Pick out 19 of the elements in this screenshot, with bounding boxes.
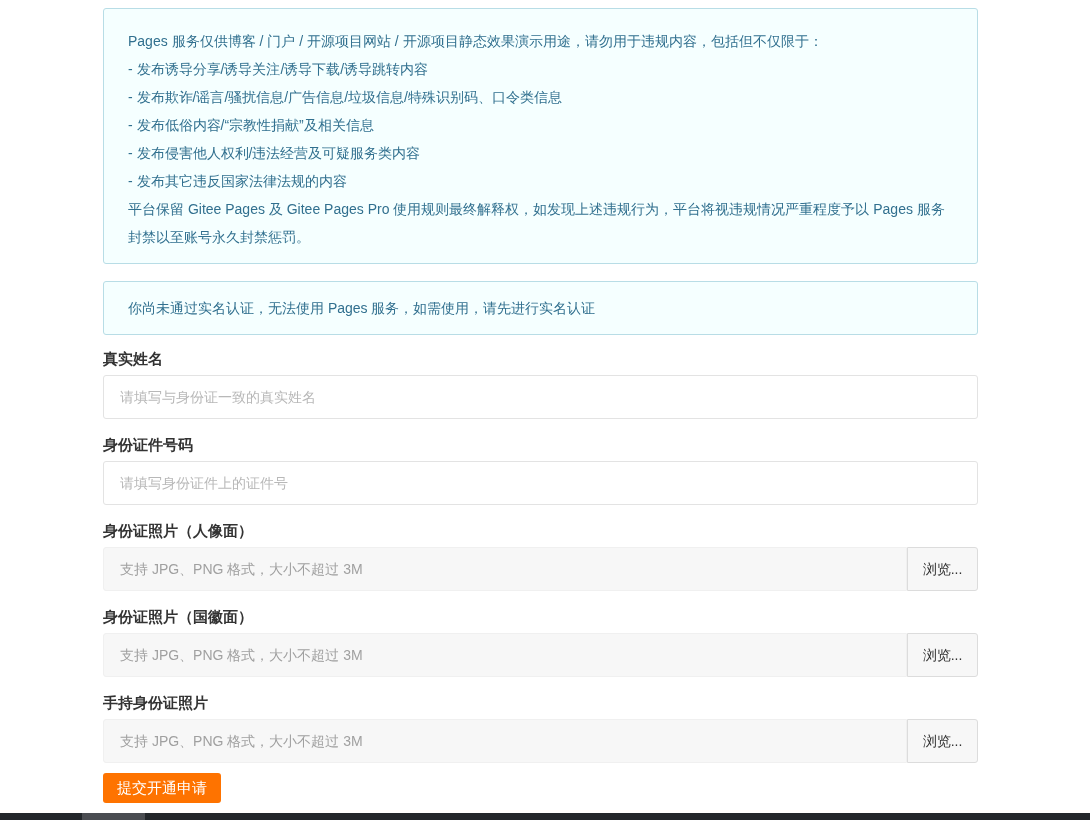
- browse-button[interactable]: 浏览...: [907, 719, 978, 763]
- taskbar-item[interactable]: [82, 813, 145, 820]
- notice-text: Pages 服务仅供博客 / 门户 / 开源项目网站 / 开源项目静态效果演示用途，请勿用于违规内容，包括但不仅限于：: [128, 32, 824, 51]
- field-label: 真实姓名: [103, 349, 164, 369]
- text-field[interactable]: 请填写与身份证一致的真实姓名: [103, 375, 978, 419]
- field-label: 身份证照片（国徽面）: [103, 607, 254, 627]
- notice-text: - 发布侵害他人权利/违法经营及可疑服务类内容: [128, 144, 422, 163]
- notice-text: 平台保留 Gitee Pages 及 Gitee Pages Pro 使用规则最终解释权，如发现上述违规行为，平台将视违规情况严重程度予以 Pages 服务封禁以至账号永久封禁惩罚。: [128, 200, 946, 247]
- field-label: 身份证件号码: [103, 435, 194, 455]
- notice-text: - 发布欺诈/谣言/骚扰信息/广告信息/垃圾信息/特殊识别码、口令类信息: [128, 88, 563, 107]
- alert-text: 你尚未通过实名认证，无法使用 Pages 服务，如需使用，请先进行实名认证: [128, 299, 597, 318]
- browse-button[interactable]: 浏览...: [907, 547, 978, 591]
- browse-button[interactable]: 浏览...: [907, 633, 978, 677]
- field-label: 身份证照片（人像面）: [103, 521, 254, 541]
- notice-text: - 发布低俗内容/“宗教性捐献”及相关信息: [128, 116, 375, 135]
- notice-text: - 发布诱导分享/诱导关注/诱导下载/诱导跳转内容: [128, 60, 430, 79]
- field-label: 手持身份证照片: [103, 693, 209, 713]
- notice-text: - 发布其它违反国家法律法规的内容: [128, 172, 348, 191]
- text-field[interactable]: 请填写身份证件上的证件号: [103, 461, 978, 505]
